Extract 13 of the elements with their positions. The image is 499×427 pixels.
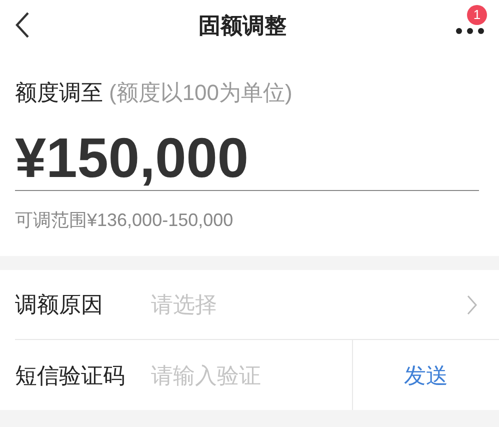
send-button[interactable]: 发送 [404, 358, 448, 392]
more-icon[interactable] [455, 27, 485, 35]
amount-label: 额度调至 [15, 79, 103, 107]
chevron-right-icon [467, 294, 477, 314]
form-label: 调额原因 [15, 291, 104, 319]
range-text: 可调范围¥136,000-150,000 [15, 209, 234, 232]
amount-field[interactable]: ¥150,000 [15, 125, 479, 191]
back-icon[interactable] [14, 11, 30, 39]
amount-hint: (额度以100为单位) [109, 79, 292, 107]
notification-badge: 1 [467, 5, 487, 25]
page-title: 固额调整 [198, 12, 286, 40]
form-label: 短信验证码 [15, 362, 126, 390]
code-input-field[interactable]: 请输入验证 [151, 358, 351, 392]
